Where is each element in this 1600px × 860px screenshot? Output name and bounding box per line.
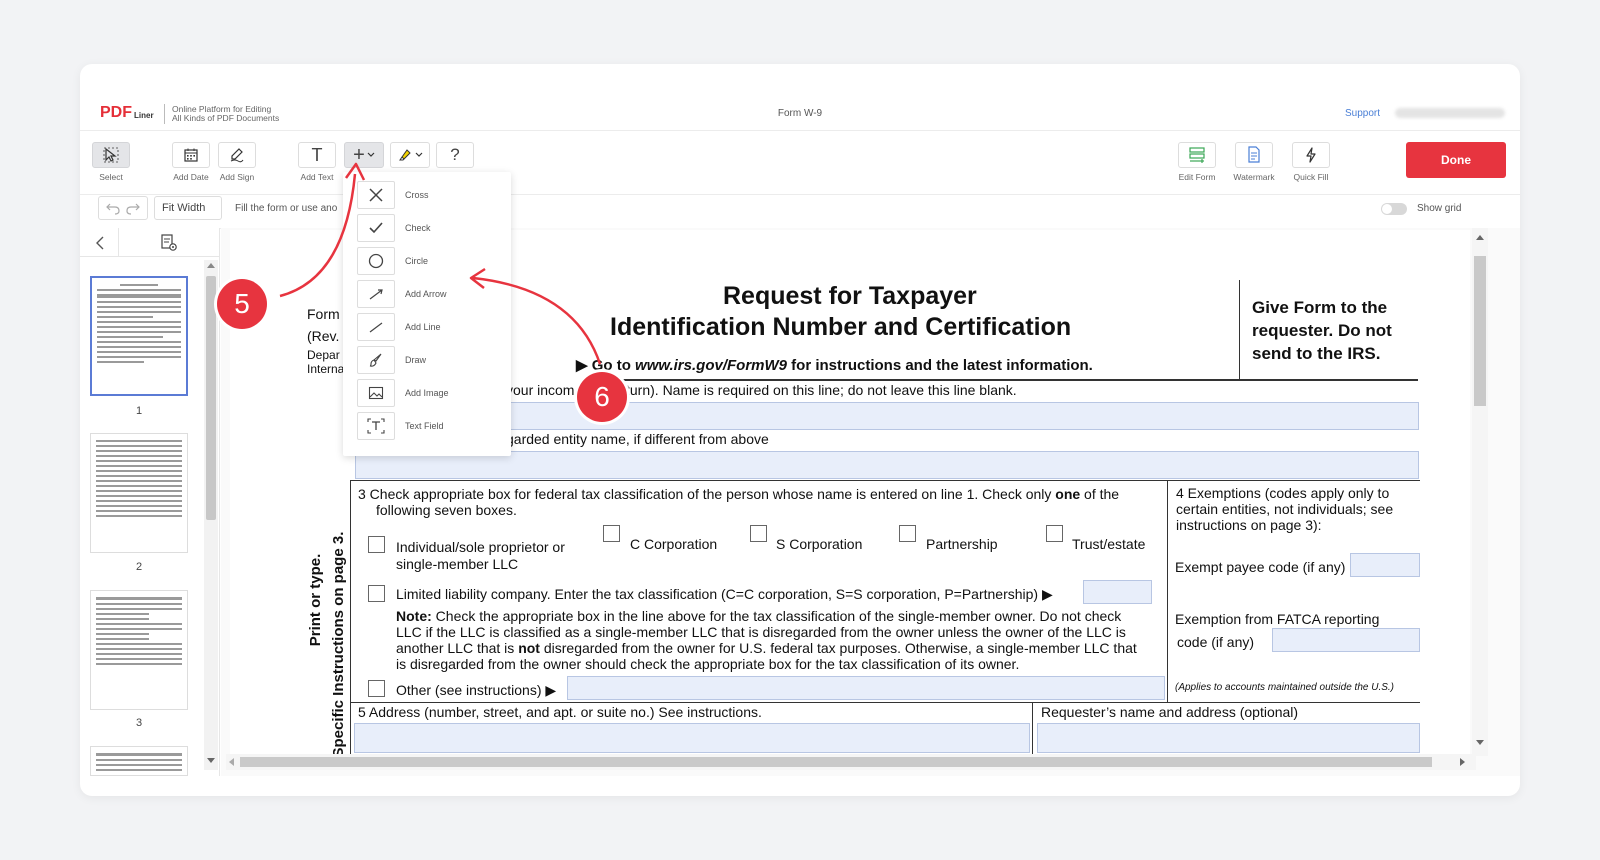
step-5-badge: 5: [217, 279, 267, 329]
annotation-arrows: [279, 162, 602, 365]
step-6-badge: 6: [577, 372, 627, 422]
arrow-to-circle-item: [472, 276, 602, 365]
arrow-to-plus-button: [279, 173, 357, 298]
app-window: PDF Liner Online Platform for Editing Al…: [80, 64, 1520, 796]
